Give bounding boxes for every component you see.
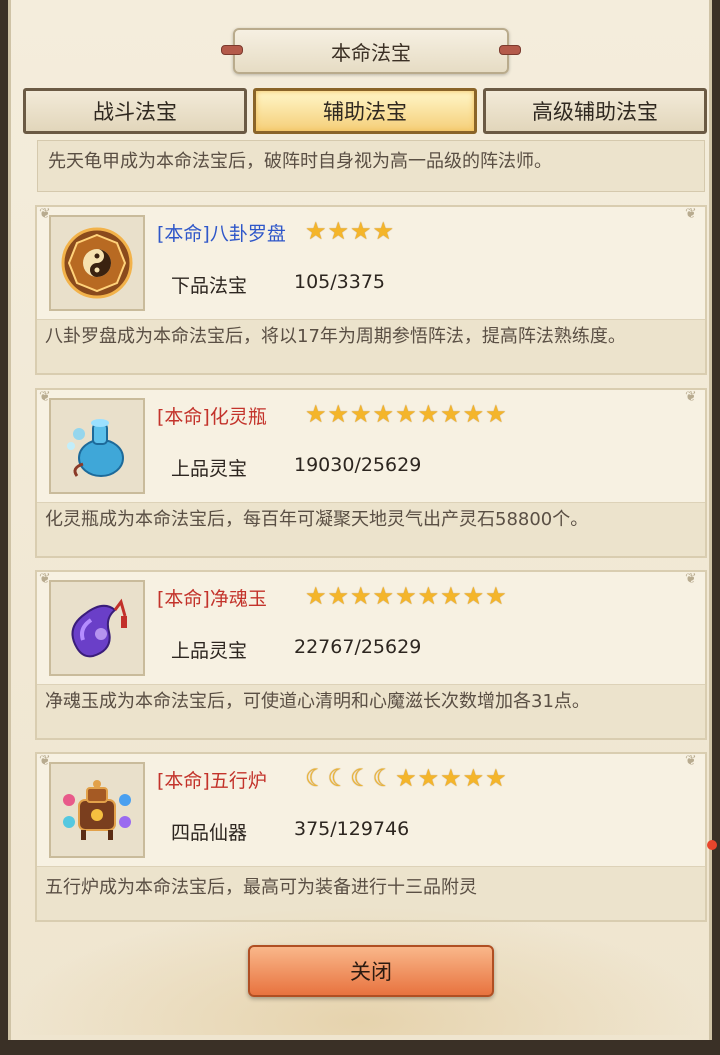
- bagua-compass-icon[interactable]: [49, 215, 145, 311]
- treasure-progress: 19030/25629: [294, 454, 422, 476]
- star-icon: ★: [372, 400, 395, 428]
- soul-jade-icon[interactable]: [49, 580, 145, 676]
- five-elements-furnace-icon[interactable]: [49, 762, 145, 858]
- star-rating: ★ ★ ★ ★: [305, 217, 394, 245]
- star-icon: ★: [305, 400, 327, 428]
- tab-label: 战斗法宝: [93, 100, 177, 124]
- star-icon: ★: [372, 582, 395, 610]
- star-icon: ★: [327, 217, 350, 245]
- treasure-card[interactable]: ❦ ❦ [本命]八卦罗盘 ★ ★ ★ ★ 下品法宝 105/3375 八卦罗盘成…: [35, 205, 707, 375]
- star-icon: ★: [462, 764, 485, 792]
- moon-icon: ☾: [305, 764, 327, 792]
- treasure-grade: 上品灵宝: [171, 640, 248, 662]
- scroll-knob-left: [221, 45, 243, 55]
- star-icon: ★: [485, 400, 507, 428]
- treasure-progress: 105/3375: [294, 271, 386, 293]
- star-icon: ★: [440, 582, 462, 610]
- star-icon: ★: [440, 400, 462, 428]
- star-icon: ★: [327, 582, 350, 610]
- treasure-card[interactable]: ❦ ❦ [本命]净魂玉 ★ ★ ★ ★ ★ ★ ★ ★ ★ 上品灵宝 22767…: [35, 570, 707, 740]
- moon-icon: ☾: [350, 764, 372, 792]
- star-icon: ★: [417, 400, 440, 428]
- tab-label: 高级辅助法宝: [532, 100, 658, 124]
- star-icon: ★: [350, 582, 372, 610]
- star-icon: ★: [350, 400, 372, 428]
- treasure-description: 化灵瓶成为本命法宝后，每百年可凝聚天地灵气出产灵石58800个。: [37, 502, 705, 556]
- tab-advanced-support-treasure[interactable]: 高级辅助法宝: [483, 88, 707, 134]
- treasure-card[interactable]: ❦ ❦ [本命]五行炉 ☾ ☾ ☾ ☾ ★ ★ ★ ★ ★ 四品仙器 375/1…: [35, 752, 707, 922]
- star-icon: ★: [395, 400, 417, 428]
- scroll-knob-right: [499, 45, 521, 55]
- treasure-progress: 375/129746: [294, 818, 410, 840]
- star-icon: ★: [462, 400, 485, 428]
- corner-ornament-icon: ❦: [685, 571, 697, 587]
- treasure-grade: 四品仙器: [171, 822, 248, 844]
- star-icon: ★: [395, 582, 417, 610]
- star-rating: ☾ ☾ ☾ ☾ ★ ★ ★ ★ ★: [305, 764, 507, 792]
- moon-icon: ☾: [372, 764, 395, 792]
- title-plaque: 本命法宝: [221, 28, 521, 74]
- close-button-label: 关闭: [350, 960, 392, 984]
- corner-ornament-icon: ❦: [685, 206, 697, 222]
- tab-combat-treasure[interactable]: 战斗法宝: [23, 88, 247, 134]
- star-icon: ★: [485, 764, 507, 792]
- star-icon: ★: [305, 217, 327, 245]
- treasure-name: [本命]净魂玉: [157, 588, 267, 610]
- notification-dot-icon: [707, 840, 717, 850]
- star-icon: ★: [417, 582, 440, 610]
- star-rating: ★ ★ ★ ★ ★ ★ ★ ★ ★: [305, 582, 507, 610]
- star-icon: ★: [485, 582, 507, 610]
- star-icon: ★: [305, 582, 327, 610]
- spirit-bottle-icon[interactable]: [49, 398, 145, 494]
- star-icon: ★: [350, 217, 372, 245]
- treasure-description: 八卦罗盘成为本命法宝后，将以17年为周期参悟阵法，提高阵法熟练度。: [37, 319, 705, 373]
- previous-item-description: 先天龟甲成为本命法宝后，破阵时自身视为高一品级的阵法师。: [37, 140, 705, 192]
- treasure-name: [本命]八卦罗盘: [157, 223, 286, 245]
- star-rating: ★ ★ ★ ★ ★ ★ ★ ★ ★: [305, 400, 507, 428]
- treasure-card[interactable]: ❦ ❦ [本命]化灵瓶 ★ ★ ★ ★ ★ ★ ★ ★ ★ 上品灵宝 19030…: [35, 388, 707, 558]
- star-icon: ★: [395, 764, 417, 792]
- star-icon: ★: [440, 764, 462, 792]
- treasure-progress: 22767/25629: [294, 636, 422, 658]
- corner-ornament-icon: ❦: [685, 753, 697, 769]
- star-icon: ★: [417, 764, 440, 792]
- star-icon: ★: [327, 400, 350, 428]
- treasure-name: [本命]化灵瓶: [157, 406, 267, 428]
- corner-ornament-icon: ❦: [685, 389, 697, 405]
- treasure-panel: 本命法宝 战斗法宝 辅助法宝 高级辅助法宝 先天龟甲成为本命法宝后，破阵时自身视…: [8, 0, 717, 1040]
- treasure-grade: 下品法宝: [171, 275, 248, 297]
- moon-icon: ☾: [327, 764, 350, 792]
- tab-bar: 战斗法宝 辅助法宝 高级辅助法宝: [23, 88, 713, 136]
- tab-label: 辅助法宝: [323, 100, 407, 124]
- page-title: 本命法宝: [331, 40, 411, 65]
- treasure-grade: 上品灵宝: [171, 458, 248, 480]
- close-button[interactable]: 关闭: [248, 945, 494, 997]
- star-icon: ★: [462, 582, 485, 610]
- tab-support-treasure[interactable]: 辅助法宝: [253, 88, 477, 134]
- star-icon: ★: [372, 217, 395, 245]
- treasure-description: 净魂玉成为本命法宝后，可使道心清明和心魔滋长次数增加各31点。: [37, 684, 705, 738]
- treasure-name: [本命]五行炉: [157, 770, 267, 792]
